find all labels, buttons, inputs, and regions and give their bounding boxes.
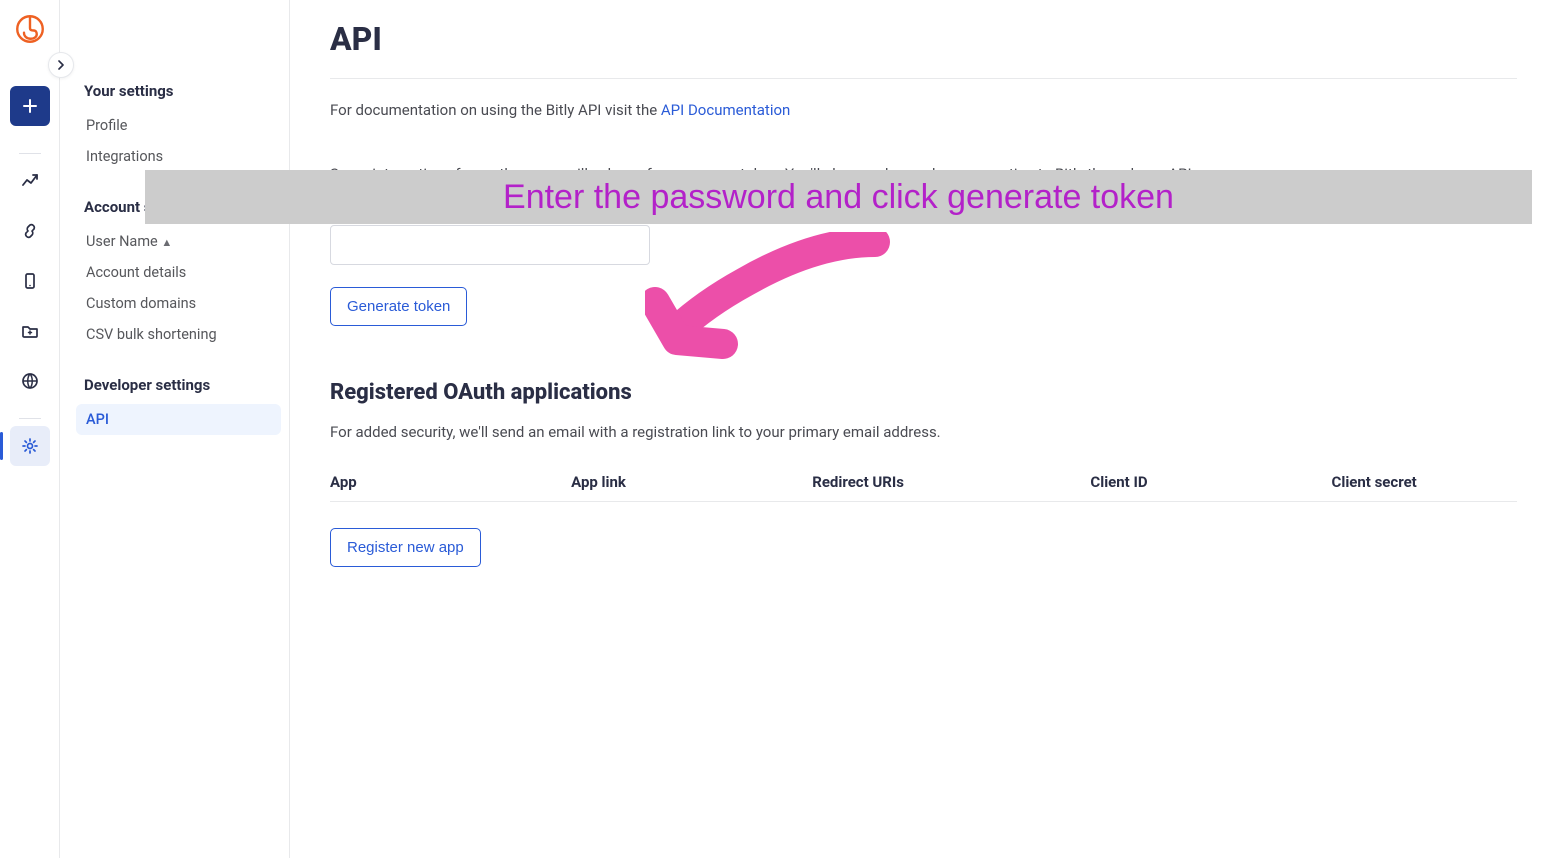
generate-token-button[interactable]: Generate token: [330, 287, 467, 326]
page-title: API: [330, 20, 1517, 79]
sidebar-account-selector[interactable]: User Name ▲: [76, 226, 281, 257]
nav-links[interactable]: [10, 211, 50, 251]
your-settings-heading: Your settings: [76, 82, 281, 110]
password-label: Enter password: [330, 199, 1517, 217]
oauth-sub: For added security, we'll send an email …: [330, 423, 1517, 441]
chevron-right-icon: [56, 60, 66, 70]
sidebar-collapse-button[interactable]: [48, 52, 74, 78]
nav-custom-links[interactable]: [10, 361, 50, 401]
sidebar-item-integrations[interactable]: Integrations: [76, 141, 281, 172]
folder-plus-icon: [21, 322, 39, 340]
sidebar-item-csv-bulk[interactable]: CSV bulk shortening: [76, 319, 281, 350]
col-header-client-id: Client ID: [1090, 473, 1331, 491]
nav-analytics[interactable]: [10, 161, 50, 201]
oauth-heading: Registered OAuth applications: [330, 380, 1517, 405]
nav-settings[interactable]: [10, 426, 50, 466]
col-header-app-link: App link: [571, 473, 812, 491]
api-documentation-link[interactable]: API Documentation: [661, 101, 790, 119]
sidebar-item-account-details[interactable]: Account details: [76, 257, 281, 288]
account-settings-heading: Account settings: [76, 198, 281, 226]
plus-icon: [22, 98, 38, 114]
link-icon: [21, 222, 39, 240]
col-header-client-secret: Client secret: [1332, 473, 1517, 491]
sidebar-item-api[interactable]: API: [76, 404, 281, 435]
globe-icon: [21, 372, 39, 390]
analytics-icon: [21, 172, 39, 190]
developer-settings-heading: Developer settings: [76, 376, 281, 404]
nav-rail: [0, 0, 60, 858]
sidebar-account-name: User Name: [86, 233, 158, 250]
sidebar-item-custom-domains[interactable]: Custom domains: [76, 288, 281, 319]
rail-divider-2: [19, 418, 41, 419]
col-header-app: App: [330, 473, 571, 491]
main-content: API For documentation on using the Bitly…: [290, 0, 1557, 858]
sidebar-item-profile[interactable]: Profile: [76, 110, 281, 141]
password-input[interactable]: [330, 225, 650, 265]
oauth-apps-table-header: App App link Redirect URIs Client ID Cli…: [330, 463, 1517, 502]
gear-icon: [21, 437, 39, 455]
token-intro: Some integrations from other apps will a…: [330, 165, 1517, 183]
rail-divider: [19, 153, 41, 154]
chevron-up-icon: ▲: [161, 236, 172, 249]
nav-mobile[interactable]: [10, 261, 50, 301]
create-new-button[interactable]: [10, 86, 50, 126]
register-new-app-button[interactable]: Register new app: [330, 528, 481, 567]
mobile-icon: [21, 272, 39, 290]
nav-campaigns[interactable]: [10, 311, 50, 351]
lead-text: For documentation on using the Bitly API…: [330, 101, 661, 119]
col-header-redirect: Redirect URIs: [812, 473, 1090, 491]
bitly-logo[interactable]: [15, 14, 45, 44]
lead-paragraph: For documentation on using the Bitly API…: [330, 101, 1517, 119]
settings-sidebar: Your settings Profile Integrations Accou…: [60, 0, 290, 858]
